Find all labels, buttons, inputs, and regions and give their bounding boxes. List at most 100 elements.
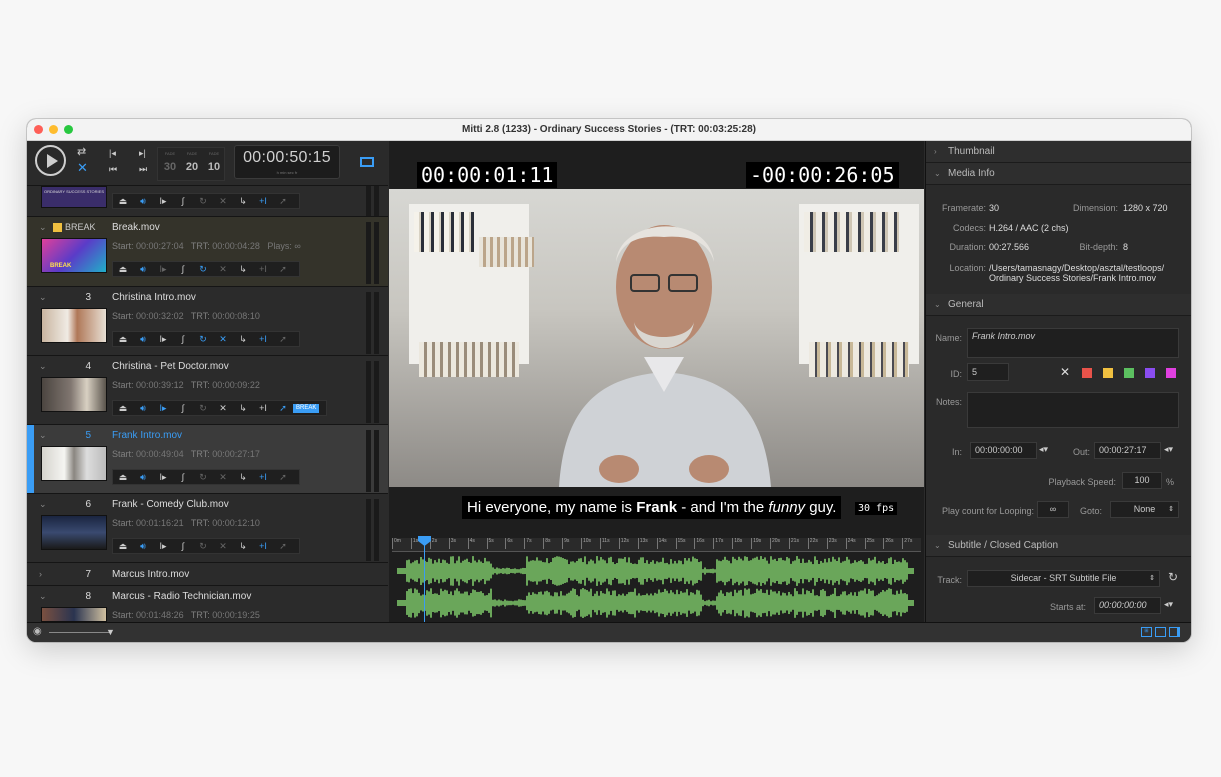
clear-color-icon[interactable]: ✕ xyxy=(1060,365,1070,379)
chevron-down-icon[interactable]: ⌄ xyxy=(39,292,47,303)
set-start-icon[interactable]: ◂▾ xyxy=(1164,599,1173,610)
shuffle-icon[interactable]: ✕ xyxy=(77,161,88,174)
cue-number: 4 xyxy=(85,361,91,372)
cue-thumbnail: ORDINARY SUCCESS STORIES xyxy=(41,186,107,208)
cue-times: Start: 00:00:39:12 TRT: 00:00:09:22 xyxy=(112,380,260,390)
next-cue-icon[interactable]: ▸| xyxy=(139,147,146,159)
chevron-down-icon[interactable]: ⌄ xyxy=(39,499,47,510)
id-field[interactable]: 5 xyxy=(967,363,1009,381)
chevron-down-icon[interactable]: ⌄ xyxy=(39,430,47,441)
notes-field[interactable] xyxy=(967,392,1179,428)
rewind-start-icon[interactable]: ⏮ xyxy=(109,163,117,175)
window-title: Mitti 2.8 (1233) - Ordinary Success Stor… xyxy=(462,124,756,135)
cue-number: 8 xyxy=(85,591,91,602)
layout-button-3[interactable] xyxy=(1169,627,1180,637)
starts-at-field[interactable]: 00:00:00:00 xyxy=(1094,597,1161,614)
set-in-icon[interactable]: ◂▾ xyxy=(1039,444,1048,455)
color-swatch-purple[interactable] xyxy=(1145,368,1155,378)
cue-controls: ⏏ 🔊︎ I▸ ∫ ↻ ✕ ↳ +I ➚ xyxy=(112,261,300,277)
name-field[interactable]: Frank Intro.mov xyxy=(967,328,1179,358)
id-label: ID: xyxy=(950,369,962,379)
color-tag xyxy=(53,223,62,232)
audio-waveform[interactable] xyxy=(397,554,917,622)
duration-label: Duration: xyxy=(949,242,986,252)
subtitle-overlay: Hi everyone, my name is Frank - and I'm … xyxy=(462,496,842,519)
eye-icon[interactable]: ◉ xyxy=(33,626,42,637)
chevron-down-icon[interactable]: ⌄ xyxy=(39,591,47,602)
minimize-window-button[interactable] xyxy=(49,125,58,134)
cue-times: Start: 00:00:27:04 TRT: 00:00:04:28 Play… xyxy=(112,241,301,251)
thumbnail-size-slider[interactable] xyxy=(49,632,111,633)
fade-presets: FADE 30 FADE 20 FADE 10 xyxy=(157,147,225,181)
slider-knob[interactable]: ▼ xyxy=(106,627,115,637)
goto-select[interactable]: None ⇕ xyxy=(1110,501,1179,518)
color-swatch-magenta[interactable] xyxy=(1166,368,1176,378)
ruler-tick: 26s xyxy=(883,538,893,549)
fade-10-button[interactable]: FADE 10 xyxy=(204,151,224,175)
framerate-value: 30 xyxy=(989,203,1000,213)
cue-thumbnail xyxy=(41,446,107,481)
chevron-right-icon: › xyxy=(934,147,937,156)
cue-times: Start: 00:00:49:04 TRT: 00:00:27:17 xyxy=(112,449,260,459)
chevron-down-icon[interactable]: ⌄ xyxy=(39,361,47,372)
video-preview[interactable] xyxy=(389,189,924,487)
track-select[interactable]: Sidecar - SRT Subtitle File ⇕ xyxy=(967,570,1160,587)
play-count-field[interactable]: ∞ xyxy=(1037,501,1069,518)
cue-controls: ⏏ 🔊︎ I▸ ∫ ↻ ✕ ↳ +I ➚ xyxy=(112,331,300,347)
color-swatch-red[interactable] xyxy=(1082,368,1092,378)
general-section-header[interactable]: ⌄ General xyxy=(926,294,1191,316)
starts-at-label: Starts at: xyxy=(1049,602,1086,612)
ruler-tick: 5s xyxy=(486,538,494,549)
loop-icon[interactable]: ⇄ xyxy=(77,146,86,158)
list-item[interactable]: › 7 Marcus Intro.mov xyxy=(27,563,388,586)
cue-list-panel: ⇄ ✕ |◂ ⏮ ▸| ⏭ FADE 30 FADE 20 FADE 10 00:00… xyxy=(27,141,388,622)
ruler-tick: 18s xyxy=(732,538,742,549)
fullscreen-icon[interactable] xyxy=(360,157,374,167)
out-point-field[interactable]: 00:00:27:17 xyxy=(1094,442,1161,459)
previous-cue-icon[interactable]: |◂ xyxy=(109,147,116,159)
out-label: Out: xyxy=(1072,447,1090,457)
status-bar: ◉ ▼ ⊞ xyxy=(27,622,1191,642)
cue-number: 6 xyxy=(85,499,91,510)
list-item[interactable]: ORDINARY SUCCESS STORIES ⏏ 🔊︎ I▸ ∫ ↻ ✕ ↳ +I ➚ xyxy=(27,186,388,217)
list-item[interactable]: ⌄ 8 Marcus - Radio Technician.mov Start:… xyxy=(27,586,388,622)
list-item[interactable]: ⌄ 6 Frank - Comedy Club.mov Start: 00:01… xyxy=(27,494,388,563)
list-item[interactable]: ⌄ 4 Christina - Pet Doctor.mov Start: 00… xyxy=(27,356,388,425)
fade-30-button[interactable]: FADE 30 xyxy=(160,151,180,175)
list-item[interactable]: ⌄ BREAK Break.mov BREAK Start: 00:00:27:… xyxy=(27,217,388,287)
cue-number: 3 xyxy=(85,292,91,303)
cue-controls: ⏏ 🔊︎ I▸ ∫ ↻ ✕ ↳ +I ➚ xyxy=(112,538,300,554)
zoom-window-button[interactable] xyxy=(64,125,73,134)
cue-controls: ⏏ 🔊︎ I▸ ∫ ↻ ✕ ↳ +I ➚ BREAK xyxy=(112,400,327,416)
list-item[interactable]: ⌄ 3 Christina Intro.mov Start: 00:00:32:… xyxy=(27,287,388,356)
color-swatch-yellow[interactable] xyxy=(1103,368,1113,378)
chevron-down-icon[interactable]: ⌄ xyxy=(39,222,47,233)
speed-field[interactable]: 100 xyxy=(1122,472,1162,489)
skip-end-icon[interactable]: ⏭ xyxy=(139,163,147,175)
clock-value: 00:00:50:15 xyxy=(243,149,331,166)
play-button[interactable] xyxy=(35,145,66,176)
cue-times: Start: 00:01:48:26 TRT: 00:00:19:25 xyxy=(112,610,260,620)
subtitle-section-header[interactable]: ⌄ Subtitle / Closed Caption xyxy=(926,535,1191,557)
set-out-icon[interactable]: ◂▾ xyxy=(1164,444,1173,455)
location-line1: /Users/tamasnagy/Desktop/asztal/testloop… xyxy=(989,263,1165,273)
remaining-timecode: -00:00:26:05 xyxy=(746,162,899,188)
cue-name: Marcus - Radio Technician.mov xyxy=(112,591,252,602)
cue-times: Start: 00:01:16:21 TRT: 00:00:12:10 xyxy=(112,518,260,528)
preview-panel: 00:00:01:11 -00:00:26:05 Hi everyone, my… xyxy=(389,141,924,622)
in-label: In: xyxy=(951,447,962,457)
timeline-ruler[interactable]: 0m 1s 2s 3s 4s 5s 6s 7s 8s 9s 10s 11s 12s 13s 14s 15s 16… xyxy=(392,538,921,552)
thumbnail-section-header[interactable]: › Thumbnail xyxy=(926,141,1191,163)
close-window-button[interactable] xyxy=(34,125,43,134)
refresh-icon[interactable]: ↻ xyxy=(1168,570,1178,584)
layout-button-2[interactable] xyxy=(1155,627,1166,637)
layout-button-1[interactable]: ⊞ xyxy=(1141,627,1152,637)
media-info-section-header[interactable]: ⌄ Media Info xyxy=(926,163,1191,185)
list-item-selected[interactable]: ⌄ 5 Frank Intro.mov Start: 00:00:49:04 T… xyxy=(27,425,388,494)
in-point-field[interactable]: 00:00:00:00 xyxy=(970,442,1037,459)
chevron-right-icon[interactable]: › xyxy=(39,569,42,579)
ruler-tick: 9s xyxy=(562,538,569,549)
fade-20-button[interactable]: FADE 20 xyxy=(182,151,202,175)
cue-thumbnail xyxy=(41,308,107,343)
color-swatch-green[interactable] xyxy=(1124,368,1134,378)
